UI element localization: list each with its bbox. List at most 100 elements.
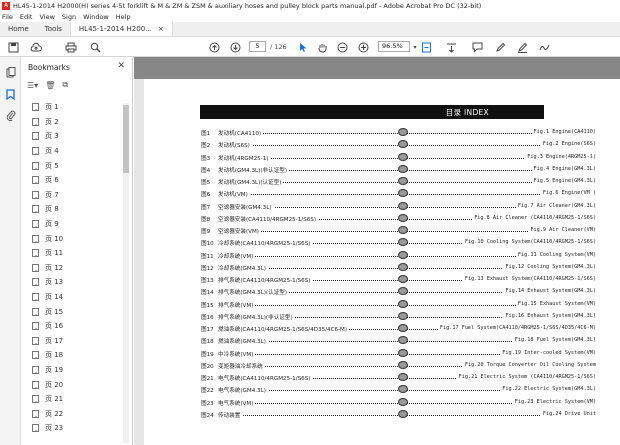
bookmarks-icon[interactable] xyxy=(5,89,16,100)
divider-bead-icon xyxy=(398,348,408,357)
bookmark-item[interactable]: 页 23 xyxy=(21,421,121,436)
menu-edit[interactable]: Edit xyxy=(20,13,33,21)
zoom-out-icon[interactable] xyxy=(335,40,349,54)
bookmark-item[interactable]: 页 4 xyxy=(21,144,121,159)
bookmark-label: 页 13 xyxy=(45,278,64,287)
attachments-icon[interactable] xyxy=(5,110,16,121)
page-thumbnails-icon[interactable] xyxy=(5,67,16,78)
print-icon[interactable] xyxy=(64,40,78,54)
divider-bead-icon xyxy=(398,373,408,381)
previous-page-icon[interactable] xyxy=(207,40,221,54)
scrollbar-thumb[interactable] xyxy=(123,105,129,173)
figure-number: 图1 xyxy=(201,131,211,137)
figure-title-cn: 发动机(4RGM25-1) xyxy=(218,153,271,162)
figure-title-cn: 发动机(CA4110) xyxy=(218,129,264,137)
figure-title-cn: 空滤器安装(CA4110/4RGM25-1/S6S) xyxy=(218,214,319,223)
figure-title-cn: 传动装置 xyxy=(218,410,243,419)
upload-cloud-icon[interactable] xyxy=(29,40,43,54)
bookmark-item[interactable]: 页 14 xyxy=(21,290,121,305)
delete-bookmark-icon[interactable]: 🗑 xyxy=(45,81,55,90)
bookmark-icon xyxy=(32,147,39,156)
figure-title-cn: 电气系统(GM4.3L) xyxy=(218,386,268,395)
bookmark-item[interactable]: 页 21 xyxy=(21,392,121,407)
bookmark-item[interactable]: 页 17 xyxy=(21,334,121,349)
tab-home[interactable]: Home xyxy=(0,22,37,36)
leader-dots xyxy=(221,414,596,416)
new-bookmark-icon[interactable]: ⧉ xyxy=(62,80,68,90)
sign-icon[interactable] xyxy=(537,40,551,54)
bookmark-item[interactable]: 页 2 xyxy=(21,115,121,130)
menu-file[interactable]: File xyxy=(2,13,13,21)
page-number-input[interactable]: 5 xyxy=(249,41,266,52)
bookmark-item[interactable]: 页 22 xyxy=(21,406,121,421)
figure-title-cn: 发动机(GM4.3L)(认证型) xyxy=(218,178,284,186)
next-page-icon[interactable] xyxy=(228,40,242,54)
tab-document[interactable]: HL45-1-2014 H200... × xyxy=(69,22,173,36)
divider-bead-icon xyxy=(398,213,408,222)
figure-title-en: Fig.24 Drive Unit xyxy=(540,410,596,417)
zoom-dropdown-icon[interactable]: ▾ xyxy=(411,40,419,54)
select-cursor-icon[interactable] xyxy=(296,40,310,54)
bookmark-item[interactable]: 页 7 xyxy=(21,188,121,203)
menu-help[interactable]: Help xyxy=(116,13,131,21)
bookmark-item[interactable]: 页 20 xyxy=(21,377,121,392)
menu-window[interactable]: Window xyxy=(83,13,109,21)
bookmark-item[interactable]: 页 3 xyxy=(21,129,121,144)
divider-bead-icon xyxy=(398,189,408,198)
bookmark-item[interactable]: 页 9 xyxy=(21,217,121,232)
bookmark-item[interactable]: 页 11 xyxy=(21,246,121,261)
toc-row: 图21 电气系统(CA4110/4RGM25-1/S6S) Fig.21 Elect… xyxy=(201,371,596,383)
figure-number: 图9 xyxy=(201,229,211,235)
bookmarks-scrollbar[interactable] xyxy=(123,103,129,443)
toc-row: 图15 排气系统(VM) Fig.15 Exhaust System(VM) xyxy=(201,298,596,310)
toc-row: 图16 排气系统(GM4.3L)(非认证型) Fig.16 Exhaust Syst… xyxy=(201,310,596,322)
bookmark-icon xyxy=(32,190,39,199)
bookmark-item[interactable]: 页 19 xyxy=(21,363,121,378)
save-icon[interactable] xyxy=(6,40,20,54)
figure-title-cn: 发动机(VM) xyxy=(218,190,250,199)
menu-sign[interactable]: Sign xyxy=(62,13,76,21)
bookmark-label: 页 15 xyxy=(45,307,64,316)
figure-title-cn: 排气系统(CA4110/4RGM25-1/S6S) xyxy=(218,276,313,284)
figure-title-cn: 空滤器安装(GM4.3L) xyxy=(218,202,274,211)
bookmarks-list: 页 1 页 2 页 3 页 4 页 5 页 6 页 7 页 8 页 9 页 10… xyxy=(21,100,121,436)
highlight-pen-icon[interactable] xyxy=(493,40,507,54)
draw-icon[interactable] xyxy=(515,40,529,54)
bookmark-icon xyxy=(32,409,39,418)
bookmark-item[interactable]: 页 16 xyxy=(21,319,121,334)
bookmark-label: 页 17 xyxy=(45,336,64,345)
comment-icon[interactable] xyxy=(470,40,484,54)
fit-page-icon[interactable] xyxy=(419,40,433,54)
figure-title-en: Fig.23 Electric System(VM) xyxy=(512,398,596,405)
previous-page-edge xyxy=(134,57,620,79)
bookmark-item[interactable]: 页 1 xyxy=(21,100,121,115)
bookmark-item[interactable]: 页 5 xyxy=(21,158,121,173)
bookmark-item[interactable]: 页 13 xyxy=(21,275,121,290)
figure-title-en: Fig.4 Engine(GM4.3L) xyxy=(531,165,596,172)
figure-title-cn: 发动机(S6S) xyxy=(218,141,252,150)
bookmark-options-icon[interactable]: ☰▾ xyxy=(27,81,38,90)
bookmark-item[interactable]: 页 18 xyxy=(21,348,121,363)
zoom-level-input[interactable]: 96.5% xyxy=(378,41,410,52)
figure-title-en: Fig.19 Inter-cooled System(VM) xyxy=(500,349,596,356)
close-panel-icon[interactable]: ✕ xyxy=(117,61,125,71)
figure-title-en: Fig.5 Engine(GM4.3L) xyxy=(531,178,596,184)
bookmark-item[interactable]: 页 10 xyxy=(21,231,121,246)
hand-tool-icon[interactable] xyxy=(315,40,329,54)
search-icon[interactable] xyxy=(88,40,102,54)
leader-dots xyxy=(221,194,596,196)
bookmarks-toolbar: ☰▾ 🗑 ⧉ xyxy=(21,77,132,93)
divider-bead-icon xyxy=(398,152,408,161)
figure-number: 图15 xyxy=(201,302,214,309)
bookmark-item[interactable]: 页 15 xyxy=(21,304,121,319)
divider-bead-icon xyxy=(398,128,408,136)
scroll-mode-icon[interactable] xyxy=(444,40,458,54)
bookmark-item[interactable]: 页 8 xyxy=(21,202,121,217)
figure-title-cn: 排气系统(GM4.3L)(认证型) xyxy=(218,288,290,297)
bookmark-item[interactable]: 页 6 xyxy=(21,173,121,188)
menu-view[interactable]: View xyxy=(39,13,54,21)
tab-tools[interactable]: Tools xyxy=(37,22,70,36)
zoom-in-icon[interactable] xyxy=(356,40,370,54)
bookmark-item[interactable]: 页 12 xyxy=(21,261,121,276)
close-tab-icon[interactable]: × xyxy=(158,25,164,33)
